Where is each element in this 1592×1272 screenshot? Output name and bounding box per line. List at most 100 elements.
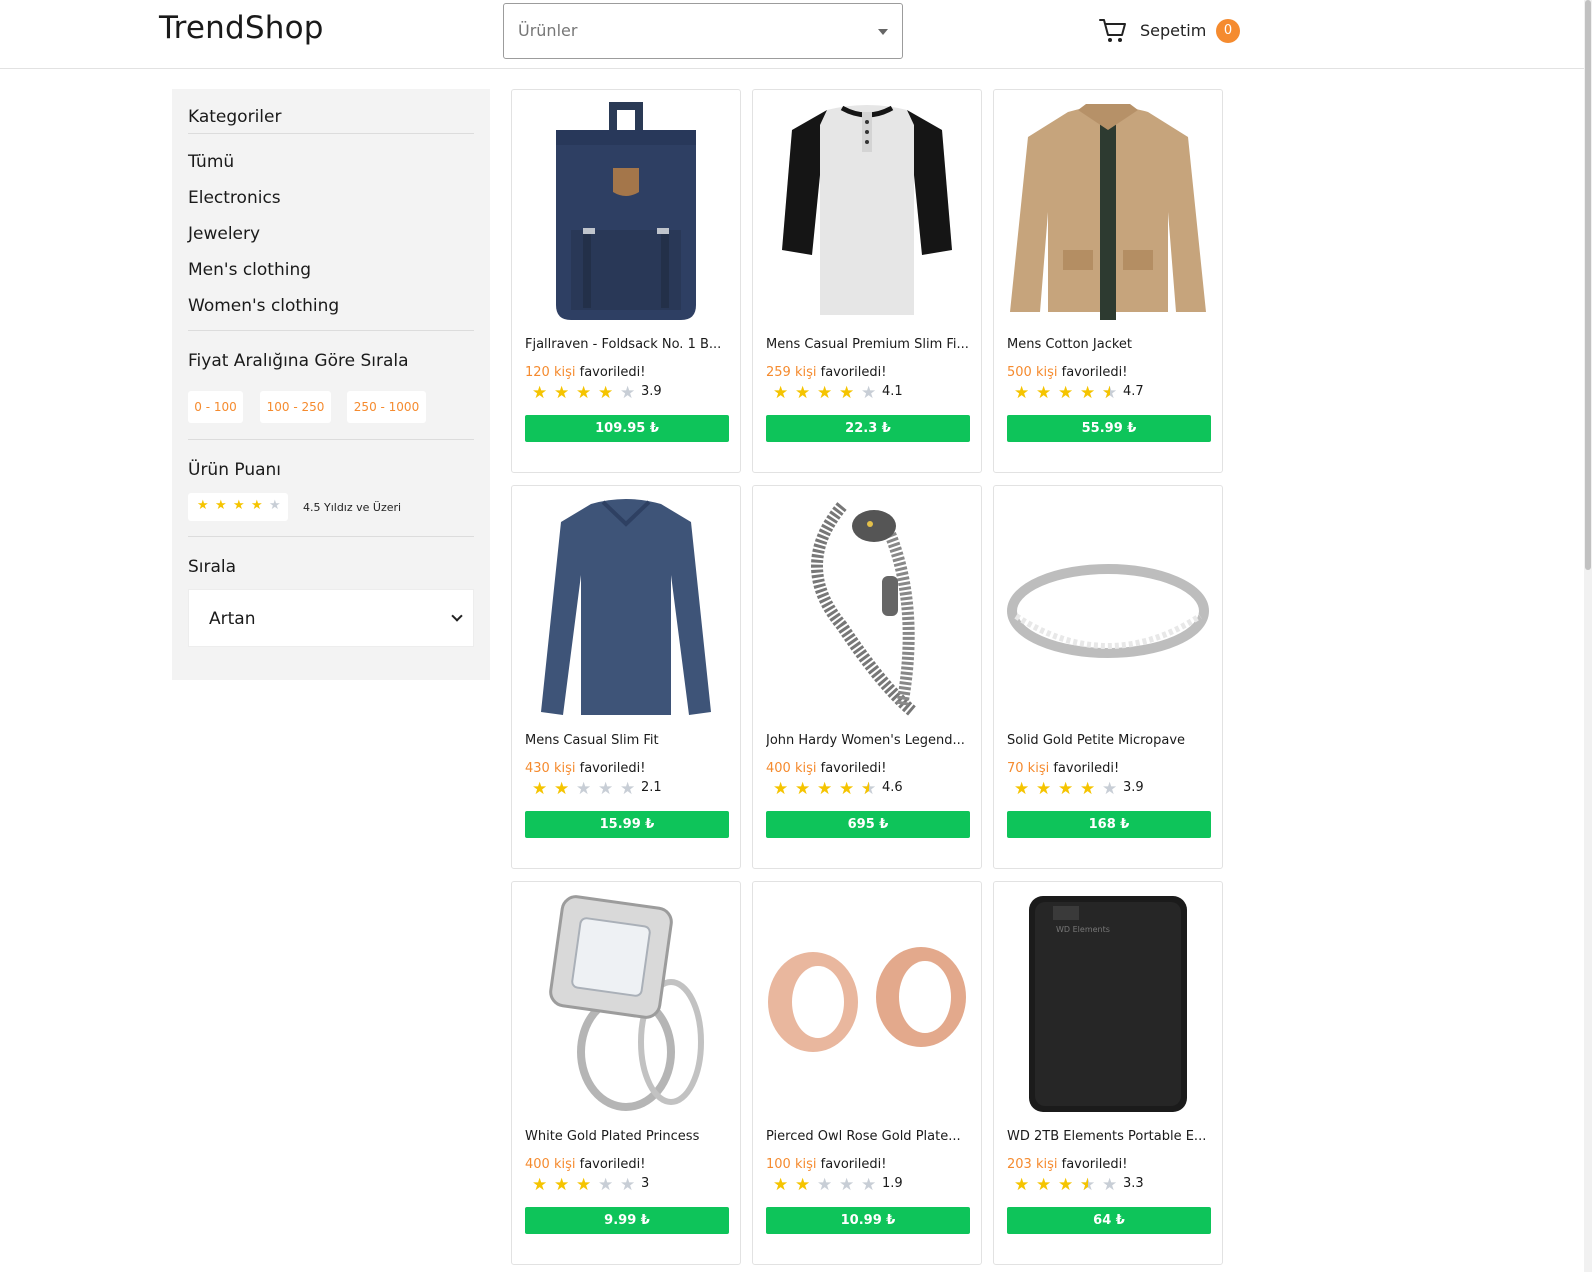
price-button[interactable]: 9.99 ₺ bbox=[525, 1207, 729, 1234]
star-icon: ★ bbox=[1014, 383, 1030, 403]
price-button[interactable]: 109.95 ₺ bbox=[525, 415, 729, 442]
diamond-ring-image[interactable] bbox=[522, 892, 730, 1117]
sort-value: Artan bbox=[209, 609, 256, 629]
half-star-icon: ★ bbox=[269, 498, 281, 513]
product-name[interactable]: Fjallraven - Foldsack No. 1 B... bbox=[525, 337, 730, 352]
hard-drive-image[interactable]: WD Elements bbox=[1004, 892, 1212, 1117]
product-card[interactable]: WD Elements WD 2TB Elements Portable E...… bbox=[993, 881, 1223, 1265]
favorite-count-suffix: favoriledi! bbox=[816, 365, 887, 380]
rating-value: 1.9 bbox=[882, 1176, 903, 1191]
star-icon: ★ bbox=[215, 498, 227, 513]
star-icon: ★ bbox=[1058, 1175, 1074, 1195]
divider bbox=[188, 536, 474, 537]
product-card[interactable]: John Hardy Women's Legend... 400 kişi fav… bbox=[752, 485, 982, 869]
scrollbar-thumb[interactable] bbox=[1585, 0, 1591, 570]
empty-star-icon: ★ bbox=[620, 779, 636, 799]
product-card[interactable]: Fjallraven - Foldsack No. 1 B... 120 kişi… bbox=[511, 89, 741, 473]
product-card[interactable]: Solid Gold Petite Micropave 70 kişi favor… bbox=[993, 485, 1223, 869]
backpack-image[interactable] bbox=[522, 100, 730, 325]
cart-label[interactable]: Sepetim bbox=[1140, 21, 1206, 40]
star-icon: ★ bbox=[1036, 779, 1052, 799]
divider bbox=[188, 330, 474, 331]
star-icon: ★ bbox=[576, 383, 592, 403]
rating-value: 4.6 bbox=[882, 780, 903, 795]
star-icon: ★ bbox=[773, 779, 789, 799]
favorite-count-suffix: favoriledi! bbox=[575, 365, 646, 380]
product-name[interactable]: Mens Casual Slim Fit bbox=[525, 733, 730, 748]
category-electronics[interactable]: Electronics bbox=[188, 188, 281, 208]
product-card[interactable]: Mens Cotton Jacket 500 kişi favoriledi! ★ ★… bbox=[993, 89, 1223, 473]
earrings-image[interactable] bbox=[763, 892, 971, 1117]
tshirt-image[interactable] bbox=[763, 100, 971, 325]
price-button[interactable]: 55.99 ₺ bbox=[1007, 415, 1211, 442]
rating-title: Ürün Puanı bbox=[188, 460, 282, 480]
price-range-250-1000[interactable]: 250 - 1000 bbox=[347, 391, 426, 423]
price-button[interactable]: 695 ₺ bbox=[766, 811, 970, 838]
product-name[interactable]: Mens Casual Premium Slim Fi... bbox=[766, 337, 971, 352]
product-name[interactable]: Mens Cotton Jacket bbox=[1007, 337, 1212, 352]
longsleeve-image[interactable] bbox=[522, 496, 730, 721]
cart-count-badge: 0 bbox=[1216, 19, 1240, 43]
price-button[interactable]: 15.99 ₺ bbox=[525, 811, 729, 838]
star-icon: ★ bbox=[839, 383, 855, 403]
category-all[interactable]: Tümü bbox=[188, 152, 234, 172]
rating-value: 3.9 bbox=[641, 384, 662, 399]
price-button[interactable]: 168 ₺ bbox=[1007, 811, 1211, 838]
price-range-100-250[interactable]: 100 - 250 bbox=[260, 391, 331, 423]
rating-value: 2.1 bbox=[641, 780, 662, 795]
ring-image[interactable] bbox=[1004, 496, 1212, 721]
favorite-count-number: 259 kişi bbox=[766, 365, 817, 380]
product-search-select[interactable]: Ürünler bbox=[503, 3, 903, 59]
favorite-count: 120 kişi favoriledi! bbox=[525, 365, 645, 380]
divider bbox=[188, 133, 474, 134]
jacket-image[interactable] bbox=[1004, 100, 1212, 325]
star-icon: ★ bbox=[817, 383, 833, 403]
empty-star-icon: ★ bbox=[576, 779, 592, 799]
favorite-count: 70 kişi favoriledi! bbox=[1007, 761, 1119, 776]
divider bbox=[188, 439, 474, 440]
rating-value: 3.9 bbox=[1123, 780, 1144, 795]
star-icon: ★ bbox=[576, 1175, 592, 1195]
star-icon: ★ bbox=[839, 779, 855, 799]
price-button[interactable]: 22.3 ₺ bbox=[766, 415, 970, 442]
half-star-icon: ★ bbox=[861, 779, 876, 799]
star-icon: ★ bbox=[532, 1175, 548, 1195]
product-card[interactable]: Mens Casual Slim Fit 430 kişi favoriledi!… bbox=[511, 485, 741, 869]
product-card[interactable]: Mens Casual Premium Slim Fi... 259 kişi f… bbox=[752, 89, 982, 473]
product-name[interactable]: WD 2TB Elements Portable E... bbox=[1007, 1129, 1212, 1144]
site-logo[interactable]: TrendShop bbox=[159, 10, 324, 46]
bracelet-image[interactable] bbox=[763, 496, 971, 721]
favorite-count-suffix: favoriledi! bbox=[1049, 761, 1120, 776]
star-icon: ★ bbox=[532, 779, 548, 799]
product-name[interactable]: Pierced Owl Rose Gold Plate... bbox=[766, 1129, 971, 1144]
favorite-count-number: 120 kişi bbox=[525, 365, 576, 380]
rating-value: 4.7 bbox=[1123, 384, 1144, 399]
price-button[interactable]: 10.99 ₺ bbox=[766, 1207, 970, 1234]
product-card[interactable]: Pierced Owl Rose Gold Plate... 100 kişi f… bbox=[752, 881, 982, 1265]
price-range-0-100[interactable]: 0 - 100 bbox=[188, 391, 243, 423]
rating-value: 3 bbox=[641, 1176, 650, 1191]
star-icon: ★ bbox=[554, 1175, 570, 1195]
star-icon: ★ bbox=[554, 383, 570, 403]
star-icon: ★ bbox=[817, 779, 833, 799]
rating-filter-label: 4.5 Yıldız ve Üzeri bbox=[303, 501, 402, 514]
product-name[interactable]: John Hardy Women's Legend... bbox=[766, 733, 971, 748]
product-name[interactable]: White Gold Plated Princess bbox=[525, 1129, 730, 1144]
empty-star-icon: ★ bbox=[620, 1175, 636, 1195]
category-jewelery[interactable]: Jewelery bbox=[188, 224, 260, 244]
price-button[interactable]: 64 ₺ bbox=[1007, 1207, 1211, 1234]
category-mens-clothing[interactable]: Men's clothing bbox=[188, 260, 311, 280]
cart-icon[interactable] bbox=[1099, 18, 1127, 44]
half-star-icon: ★ bbox=[1080, 1175, 1095, 1195]
favorite-count-number: 100 kişi bbox=[766, 1157, 817, 1172]
rating-filter-chip[interactable]: ★ ★ ★ ★ ★ bbox=[188, 493, 288, 521]
favorite-count-suffix: favoriledi! bbox=[1057, 1157, 1128, 1172]
rating-value: 3.3 bbox=[1123, 1176, 1144, 1191]
category-womens-clothing[interactable]: Women's clothing bbox=[188, 296, 339, 316]
product-card[interactable]: White Gold Plated Princess 400 kişi favor… bbox=[511, 881, 741, 1265]
star-icon: ★ bbox=[197, 498, 209, 513]
product-name[interactable]: Solid Gold Petite Micropave bbox=[1007, 733, 1212, 748]
page-scrollbar[interactable] bbox=[1584, 0, 1592, 1272]
sort-select[interactable]: Artan bbox=[188, 589, 474, 647]
favorite-count-number: 400 kişi bbox=[525, 1157, 576, 1172]
